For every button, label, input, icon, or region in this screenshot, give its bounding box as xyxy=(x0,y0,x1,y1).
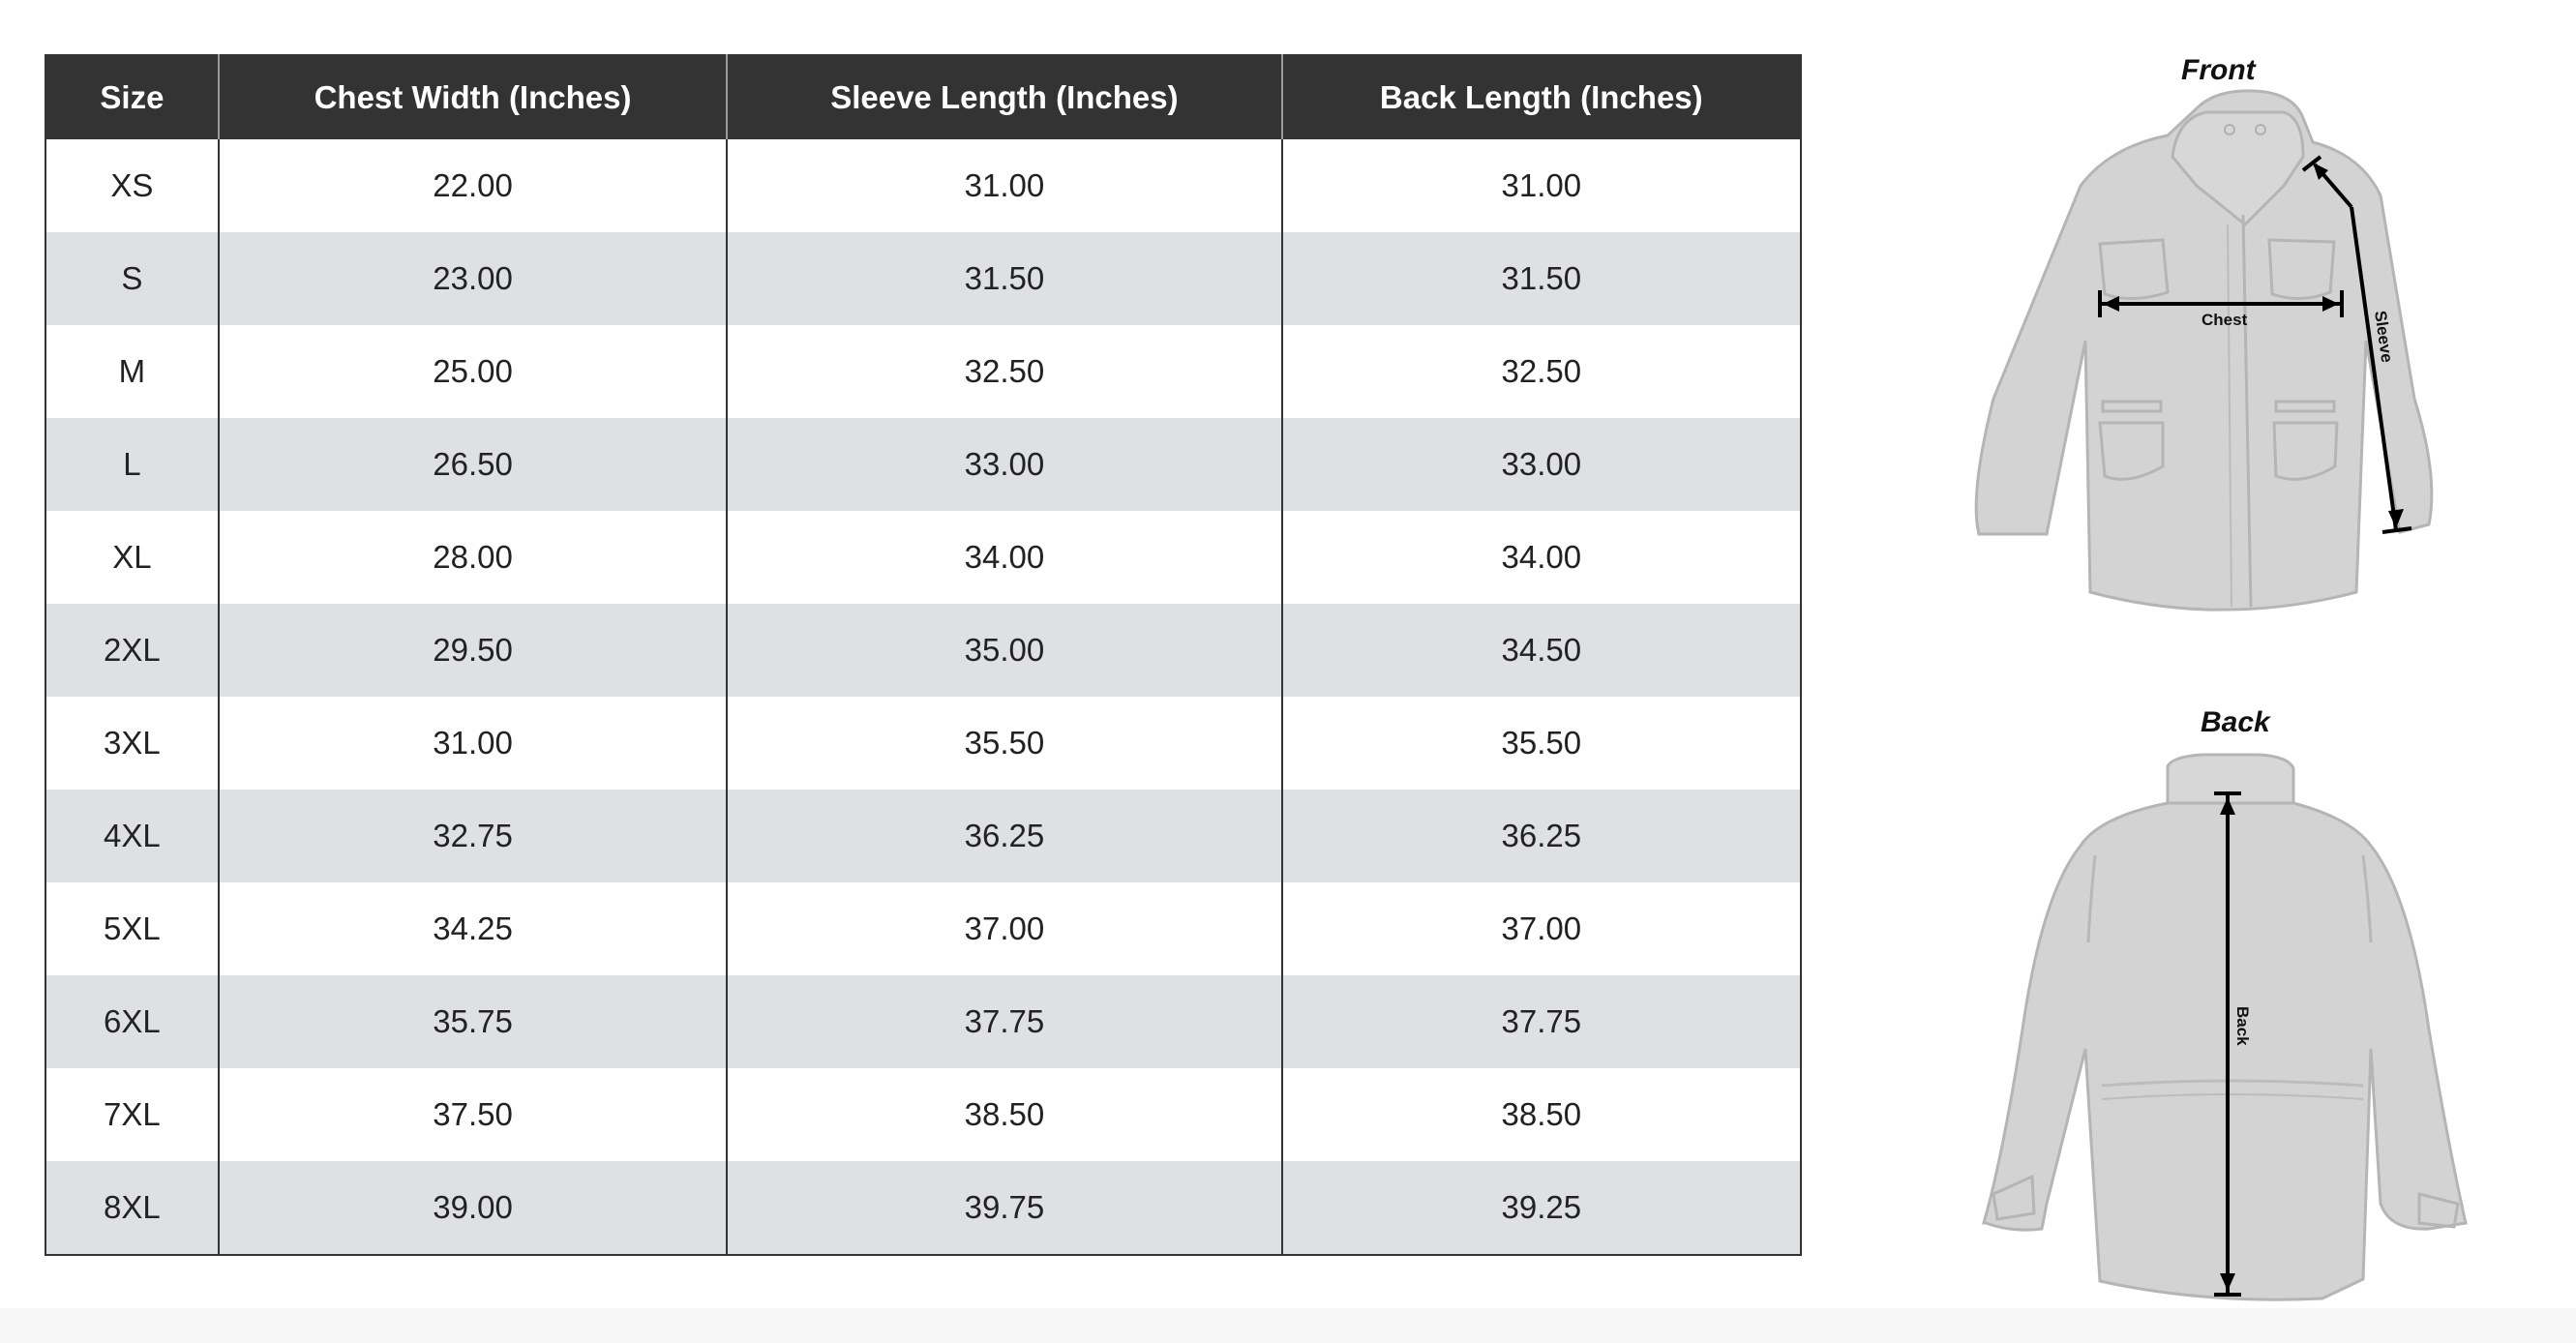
header-size: Size xyxy=(45,55,219,139)
cell-back-length: 31.00 xyxy=(1280,139,1801,232)
cell-sleeve-length: 37.75 xyxy=(726,975,1282,1068)
cell-chest-width: 25.00 xyxy=(217,325,728,418)
cell-sleeve-length: 31.00 xyxy=(726,139,1282,232)
cell-chest-width: 22.00 xyxy=(217,139,728,232)
back-jacket-illustration: Back xyxy=(1982,753,2468,1301)
cell-sleeve-length: 31.50 xyxy=(726,232,1282,325)
cell-chest-width: 32.75 xyxy=(217,790,728,882)
cell-size: L xyxy=(45,418,219,511)
header-back-length: Back Length (Inches) xyxy=(1280,55,1801,139)
cell-sleeve-length: 37.00 xyxy=(726,882,1282,975)
cell-size: S xyxy=(45,232,219,325)
cell-sleeve-length: 35.00 xyxy=(726,604,1282,697)
cell-sleeve-length: 38.50 xyxy=(726,1068,1282,1161)
back-diagram: Back Back xyxy=(1974,701,2477,1320)
cell-back-length: 34.00 xyxy=(1280,511,1801,604)
front-diagram: Front Chest Sleeve xyxy=(1964,50,2448,612)
cell-chest-width: 29.50 xyxy=(217,604,728,697)
front-jacket-illustration: Chest Sleeve xyxy=(1974,89,2434,612)
cell-chest-width: 26.50 xyxy=(217,418,728,511)
cell-sleeve-length: 32.50 xyxy=(726,325,1282,418)
cell-back-length: 37.75 xyxy=(1280,975,1801,1068)
cell-size: XS xyxy=(45,139,219,232)
cell-size: 6XL xyxy=(45,975,219,1068)
cell-chest-width: 34.25 xyxy=(217,882,728,975)
cell-chest-width: 39.00 xyxy=(217,1161,728,1255)
cell-size: M xyxy=(45,325,219,418)
cell-chest-width: 31.00 xyxy=(217,697,728,790)
cell-size: 8XL xyxy=(45,1161,219,1255)
table-row: M 25.00 32.50 32.50 xyxy=(45,325,1801,418)
cell-back-length: 35.50 xyxy=(1280,697,1801,790)
cell-back-length: 31.50 xyxy=(1280,232,1801,325)
cell-back-length: 38.50 xyxy=(1280,1068,1801,1161)
cell-chest-width: 35.75 xyxy=(217,975,728,1068)
cell-back-length: 33.00 xyxy=(1280,418,1801,511)
cell-sleeve-length: 35.50 xyxy=(726,697,1282,790)
cell-chest-width: 23.00 xyxy=(217,232,728,325)
cell-chest-width: 37.50 xyxy=(217,1068,728,1161)
header-sleeve-length: Sleeve Length (Inches) xyxy=(726,55,1282,139)
cell-back-length: 36.25 xyxy=(1280,790,1801,882)
table-row: 7XL 37.50 38.50 38.50 xyxy=(45,1068,1801,1161)
table-header-row: Size Chest Width (Inches) Sleeve Length … xyxy=(45,55,1801,139)
cell-size: XL xyxy=(45,511,219,604)
cell-size: 4XL xyxy=(45,790,219,882)
cell-back-length: 37.00 xyxy=(1280,882,1801,975)
cell-size: 2XL xyxy=(45,604,219,697)
cell-sleeve-length: 34.00 xyxy=(726,511,1282,604)
cell-sleeve-length: 36.25 xyxy=(726,790,1282,882)
table-row: XL 28.00 34.00 34.00 xyxy=(45,511,1801,604)
back-length-label: Back xyxy=(2233,1006,2252,1046)
header-chest-width: Chest Width (Inches) xyxy=(217,55,728,139)
chest-label: Chest xyxy=(2202,311,2248,329)
cell-size: 5XL xyxy=(45,882,219,975)
table-row: XS 22.00 31.00 31.00 xyxy=(45,139,1801,232)
table-row: 5XL 34.25 37.00 37.00 xyxy=(45,882,1801,975)
table-row: 2XL 29.50 35.00 34.50 xyxy=(45,604,1801,697)
table-row: S 23.00 31.50 31.50 xyxy=(45,232,1801,325)
cell-back-length: 34.50 xyxy=(1280,604,1801,697)
table-row: 8XL 39.00 39.75 39.25 xyxy=(45,1161,1801,1255)
cell-chest-width: 28.00 xyxy=(217,511,728,604)
table-row: 3XL 31.00 35.50 35.50 xyxy=(45,697,1801,790)
table-row: L 26.50 33.00 33.00 xyxy=(45,418,1801,511)
table-row: 4XL 32.75 36.25 36.25 xyxy=(45,790,1801,882)
cell-back-length: 32.50 xyxy=(1280,325,1801,418)
cell-back-length: 39.25 xyxy=(1280,1161,1801,1255)
cell-sleeve-length: 39.75 xyxy=(726,1161,1282,1255)
cell-sleeve-length: 33.00 xyxy=(726,418,1282,511)
cell-size: 3XL xyxy=(45,697,219,790)
cell-size: 7XL xyxy=(45,1068,219,1161)
table-row: 6XL 35.75 37.75 37.75 xyxy=(45,975,1801,1068)
size-chart-table: Size Chest Width (Inches) Sleeve Length … xyxy=(45,54,1802,1256)
